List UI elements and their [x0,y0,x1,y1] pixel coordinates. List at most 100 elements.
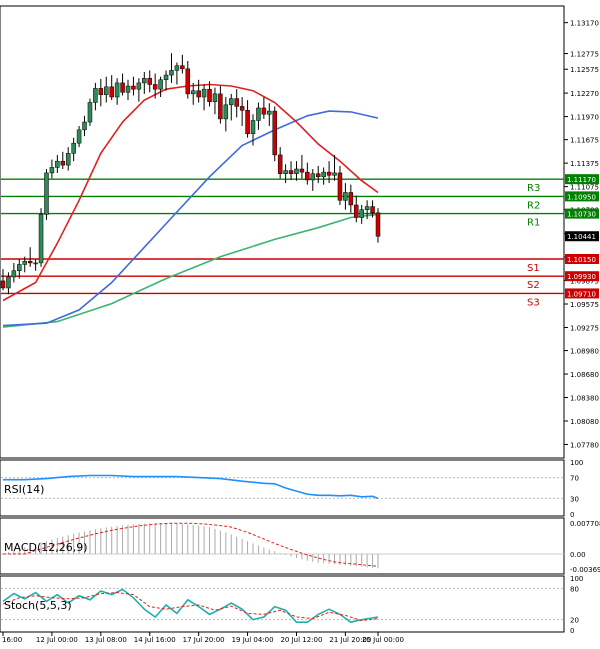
macd-title: MACD(12,26,9) [4,541,88,554]
candle-body [299,168,305,173]
level-price-label: 1.10150 [567,256,596,264]
candle-body [277,154,283,174]
level-price-label: 1.11170 [567,176,596,184]
candle-body [359,209,364,218]
rsi-tick-label: 100 [570,459,583,467]
candle-body [283,170,288,174]
candle-body [136,82,142,90]
candle-body [288,170,294,174]
candle-body [11,270,17,278]
candle-body [223,104,229,120]
candle-body [93,88,98,103]
price-tick-label: 1.09275 [570,324,599,332]
stoch-tick-label: 80 [570,585,579,593]
level-name-r1: R1 [527,218,540,229]
candle-body [33,262,38,265]
candle-body [218,93,223,120]
candle-body [44,172,49,215]
price-tick-label: 1.09575 [570,301,599,309]
candle-body [310,173,316,181]
candle-body [131,85,136,90]
candle-body [6,276,11,289]
candle-body [250,120,256,135]
candle-body [82,121,87,131]
candle-body [245,110,250,135]
x-tick-label: 25 Jul 00:00 [362,636,404,644]
candle-body [321,171,326,178]
x-tick-label: 16:00 [2,636,22,644]
candle-body [256,107,261,121]
price-tick-label: 1.11675 [570,137,599,145]
candle-body [0,280,6,289]
candle-body [114,82,120,98]
macd-tick-label: 0.00 [570,551,586,559]
level-price-label: 1.10730 [567,211,596,219]
price-tick-label: 1.12575 [570,66,599,74]
candle-body [125,85,131,93]
candle-body [49,167,55,174]
candle-body [354,204,359,218]
price-tick-label: 1.13170 [570,20,599,28]
candle-body [234,98,239,107]
x-tick-label: 19 Jul 04:00 [232,636,274,644]
candle-body [76,129,82,144]
candle-body [147,77,152,85]
candle-body [185,68,191,95]
candle-body [267,110,272,115]
level-price-label: 1.10950 [567,193,596,201]
candle-body [343,192,348,201]
stoch-tick-label: 0 [570,627,574,635]
candle-body [272,110,277,156]
candle-body [60,160,66,166]
price-tick-label: 1.08680 [570,371,599,379]
candle-body [326,171,332,176]
level-name-s3: S3 [527,297,540,308]
level-name-s2: S2 [527,280,540,291]
candle-body [22,261,27,265]
level-name-r3: R3 [527,183,540,194]
current-price-label: 1.10441 [567,233,596,241]
candle-body [201,88,207,98]
candle-body [239,106,245,111]
level-name-s1: S1 [527,263,540,274]
price-tick-label: 1.08380 [570,395,599,403]
rsi-tick-label: 30 [570,495,579,503]
rsi-tick-label: 0 [570,511,574,519]
candle-body [120,82,125,93]
candle-body [196,90,201,98]
x-tick-label: 12 Jul 00:00 [36,636,78,644]
candle-body [190,90,196,95]
stoch-tick-label: 20 [570,617,579,625]
candle-body [104,86,109,95]
candle-body [332,172,337,176]
price-tick-label: 1.12270 [570,90,599,98]
stoch-tick-label: 100 [570,575,583,583]
price-tick-label: 1.12775 [570,51,599,59]
candle-body [364,206,370,210]
candle-body [229,98,234,106]
x-tick-label: 13 Jul 08:00 [85,636,127,644]
candle-body [305,171,310,181]
candle-body [375,212,381,237]
candle-body [261,107,267,115]
macd-tick-label: 0.007708 [570,520,600,528]
candle-body [142,77,147,84]
candle-body [109,86,114,98]
candle-body [98,88,104,95]
rsi-tick-label: 70 [570,475,579,483]
candlestick-chart: 1.13170 1.12775 1.12575 1.12270 1.11970 1.116… [0,0,600,649]
level-price-label: 1.09930 [567,273,596,281]
candle-body [169,70,174,76]
price-tick-label: 1.07780 [570,441,599,449]
candle-body [87,102,93,123]
candle-body [71,142,76,154]
level-price-label: 1.09710 [567,290,596,298]
price-tick-label: 1.11970 [570,114,599,122]
x-tick-label: 20 Jul 12:00 [280,636,322,644]
candle-body [294,168,299,174]
candle-body [337,172,343,201]
x-tick-label: 17 Jul 20:00 [183,636,225,644]
candle-body [65,153,71,166]
candle-body [348,192,354,206]
price-tick-label: 1.11075 [570,184,599,192]
